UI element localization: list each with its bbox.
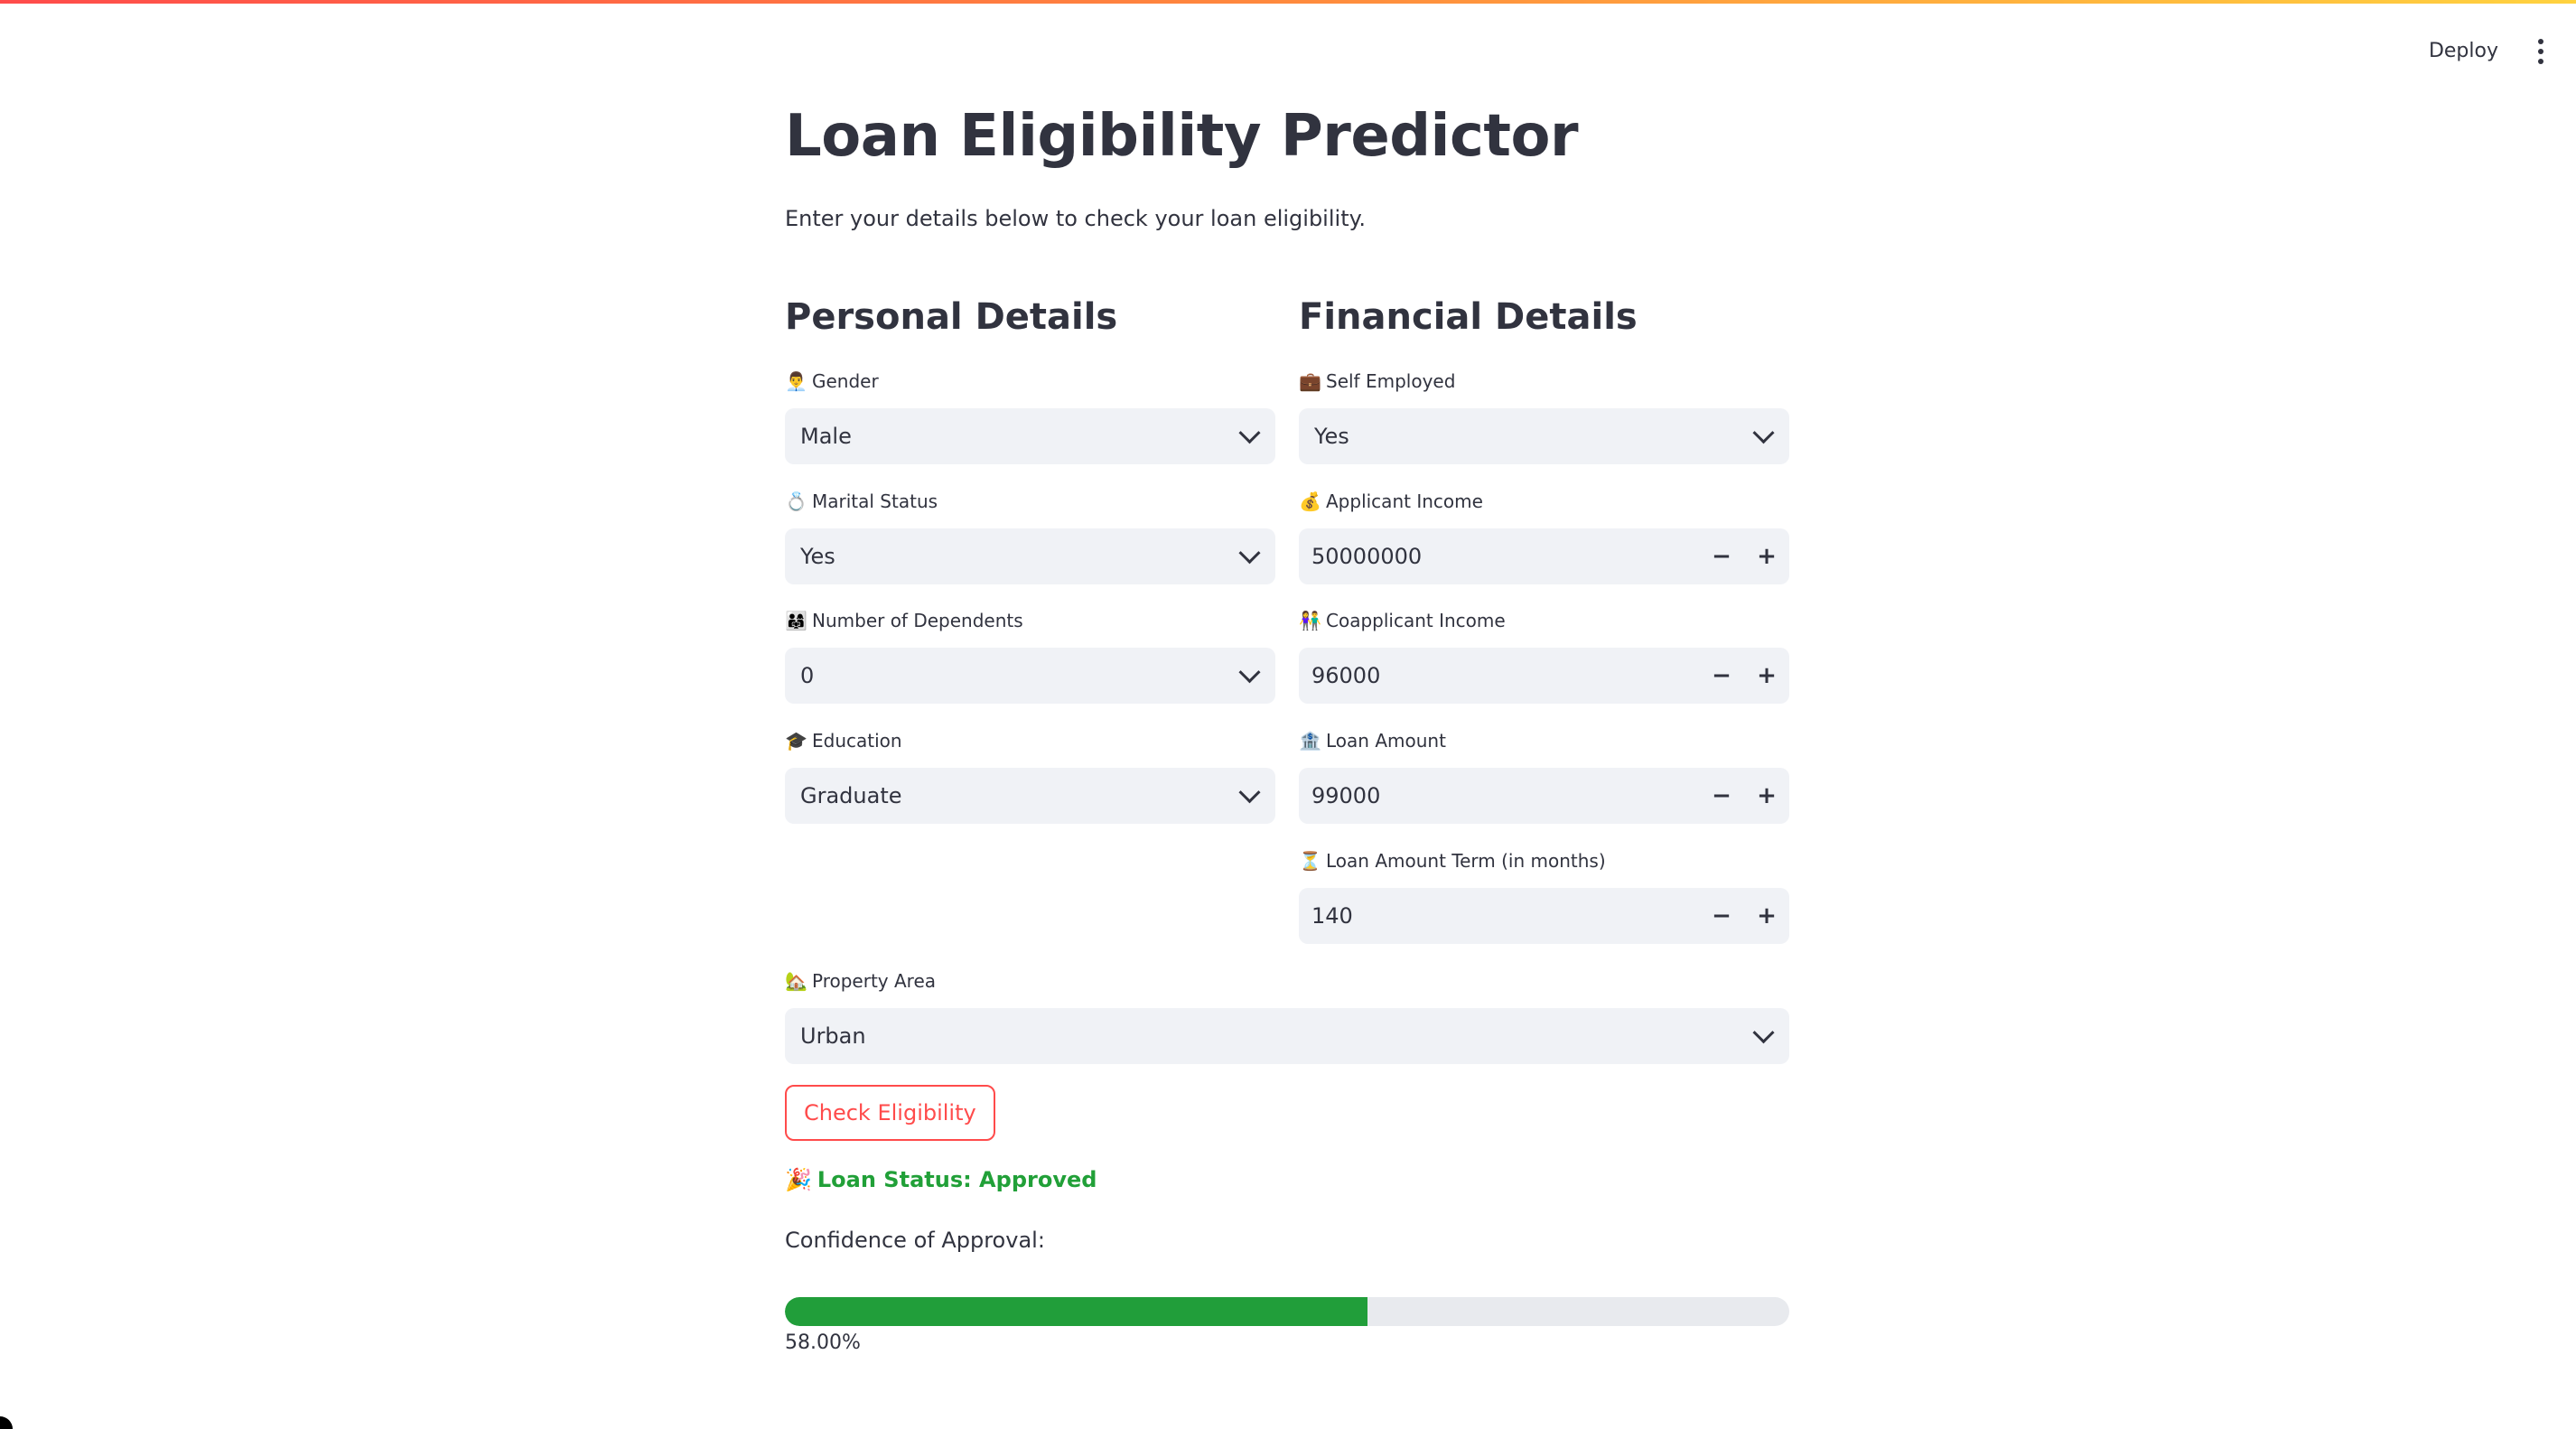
chevron-down-icon <box>1238 660 1261 683</box>
chevron-down-icon <box>1238 541 1261 564</box>
education-select[interactable]: Graduate <box>785 768 1275 824</box>
marital-status-select[interactable]: Yes <box>785 528 1275 584</box>
self-employed-select[interactable]: Yes <box>1299 408 1789 464</box>
coapplicant-income-label-text: Coapplicant Income <box>1326 610 1506 631</box>
family-emoji-icon: 👨‍👩‍👧 <box>785 610 807 631</box>
briefcase-emoji-icon: 💼 <box>1299 370 1321 392</box>
loan-term-field: ⏳ Loan Amount Term (in months) − + <box>1299 848 1789 944</box>
house-emoji-icon: 🏡 <box>785 970 807 992</box>
education-label: 🎓 Education <box>785 728 1275 753</box>
party-popper-emoji-icon: 🎉 <box>785 1167 812 1192</box>
personal-details-title: Personal Details <box>785 296 1118 338</box>
self-employed-select-value: Yes <box>1314 424 1349 449</box>
chevron-down-icon <box>1752 421 1775 444</box>
loan-amount-decrement-button[interactable]: − <box>1699 768 1744 824</box>
money-bag-emoji-icon: 💰 <box>1299 490 1321 512</box>
education-label-text: Education <box>812 730 902 752</box>
ring-emoji-icon: 💍 <box>785 490 807 512</box>
property-area-label-text: Property Area <box>812 970 937 992</box>
loan-amount-label-text: Loan Amount <box>1326 730 1446 752</box>
gender-emoji-icon: 👨‍💼 <box>785 370 807 392</box>
loan-term-label: ⏳ Loan Amount Term (in months) <box>1299 848 1789 873</box>
top-decoration-bar <box>0 0 2576 4</box>
loan-term-label-text: Loan Amount Term (in months) <box>1326 850 1606 872</box>
dependents-field: 👨‍👩‍👧 Number of Dependents 0 <box>785 608 1275 704</box>
app-root: Deploy Loan Eligibility Predictor Enter … <box>0 0 2576 1429</box>
loan-term-input[interactable] <box>1299 888 1699 944</box>
confidence-label: Confidence of Approval: <box>785 1228 1045 1253</box>
confidence-progress-bar <box>785 1297 1789 1326</box>
gender-label-text: Gender <box>812 370 879 392</box>
education-select-value: Graduate <box>800 783 902 808</box>
loan-status-text: Loan Status: Approved <box>817 1167 1097 1192</box>
gender-label: 👨‍💼 Gender <box>785 369 1275 394</box>
property-area-field: 🏡 Property Area Urban <box>785 968 1789 1064</box>
dependents-label: 👨‍👩‍👧 Number of Dependents <box>785 608 1275 633</box>
coapplicant-income-label: 👫 Coapplicant Income <box>1299 608 1789 633</box>
applicant-income-label: 💰 Applicant Income <box>1299 489 1789 514</box>
education-field: 🎓 Education Graduate <box>785 728 1275 824</box>
marital-status-field: 💍 Marital Status Yes <box>785 489 1275 584</box>
self-employed-label: 💼 Self Employed <box>1299 369 1789 394</box>
bank-emoji-icon: 🏦 <box>1299 730 1321 752</box>
property-area-label: 🏡 Property Area <box>785 968 1789 994</box>
loan-amount-label: 🏦 Loan Amount <box>1299 728 1789 753</box>
couple-emoji-icon: 👫 <box>1299 610 1321 631</box>
dependents-select-value: 0 <box>800 663 815 688</box>
applicant-income-decrement-button[interactable]: − <box>1699 528 1744 584</box>
chevron-down-icon <box>1238 421 1261 444</box>
marital-status-label-text: Marital Status <box>812 490 938 512</box>
self-employed-field: 💼 Self Employed Yes <box>1299 369 1789 464</box>
financial-details-title: Financial Details <box>1299 296 1638 338</box>
coapplicant-income-number-input: − + <box>1299 648 1789 704</box>
marital-status-label: 💍 Marital Status <box>785 489 1275 514</box>
deploy-button[interactable]: Deploy <box>2423 33 2504 70</box>
loan-term-increment-button[interactable]: + <box>1744 888 1789 944</box>
applicant-income-input[interactable] <box>1299 528 1699 584</box>
applicant-income-increment-button[interactable]: + <box>1744 528 1789 584</box>
gender-select[interactable]: Male <box>785 408 1275 464</box>
confidence-percentage: 58.00% <box>785 1331 861 1354</box>
graduation-cap-emoji-icon: 🎓 <box>785 730 807 752</box>
marital-status-select-value: Yes <box>800 544 835 569</box>
applicant-income-field: 💰 Applicant Income − + <box>1299 489 1789 584</box>
check-eligibility-button[interactable]: Check Eligibility <box>785 1085 995 1141</box>
chevron-down-icon <box>1238 780 1261 803</box>
coapplicant-income-decrement-button[interactable]: − <box>1699 648 1744 704</box>
coapplicant-income-increment-button[interactable]: + <box>1744 648 1789 704</box>
coapplicant-income-field: 👫 Coapplicant Income − + <box>1299 608 1789 704</box>
page-subtitle: Enter your details below to check your l… <box>785 206 1367 231</box>
coapplicant-income-input[interactable] <box>1299 648 1699 704</box>
property-area-select[interactable]: Urban <box>785 1008 1789 1064</box>
confidence-progress-fill <box>785 1297 1367 1326</box>
loan-amount-number-input: − + <box>1299 768 1789 824</box>
dependents-select[interactable]: 0 <box>785 648 1275 704</box>
chevron-down-icon <box>1752 1021 1775 1043</box>
loan-term-number-input: − + <box>1299 888 1789 944</box>
top-bar: Deploy <box>2423 33 2576 70</box>
self-employed-label-text: Self Employed <box>1326 370 1456 392</box>
applicant-income-number-input: − + <box>1299 528 1789 584</box>
loan-amount-input[interactable] <box>1299 768 1699 824</box>
gender-select-value: Male <box>800 424 852 449</box>
hourglass-emoji-icon: ⏳ <box>1299 850 1321 872</box>
page-title: Loan Eligibility Predictor <box>785 103 1579 170</box>
loan-status-message: 🎉 Loan Status: Approved <box>785 1167 1097 1192</box>
gender-field: 👨‍💼 Gender Male <box>785 369 1275 464</box>
dependents-label-text: Number of Dependents <box>812 610 1023 631</box>
property-area-select-value: Urban <box>800 1023 866 1049</box>
applicant-income-label-text: Applicant Income <box>1326 490 1483 512</box>
kebab-menu-icon[interactable] <box>2527 33 2554 70</box>
loan-term-decrement-button[interactable]: − <box>1699 888 1744 944</box>
loan-amount-increment-button[interactable]: + <box>1744 768 1789 824</box>
window-corner <box>0 1416 13 1429</box>
loan-amount-field: 🏦 Loan Amount − + <box>1299 728 1789 824</box>
